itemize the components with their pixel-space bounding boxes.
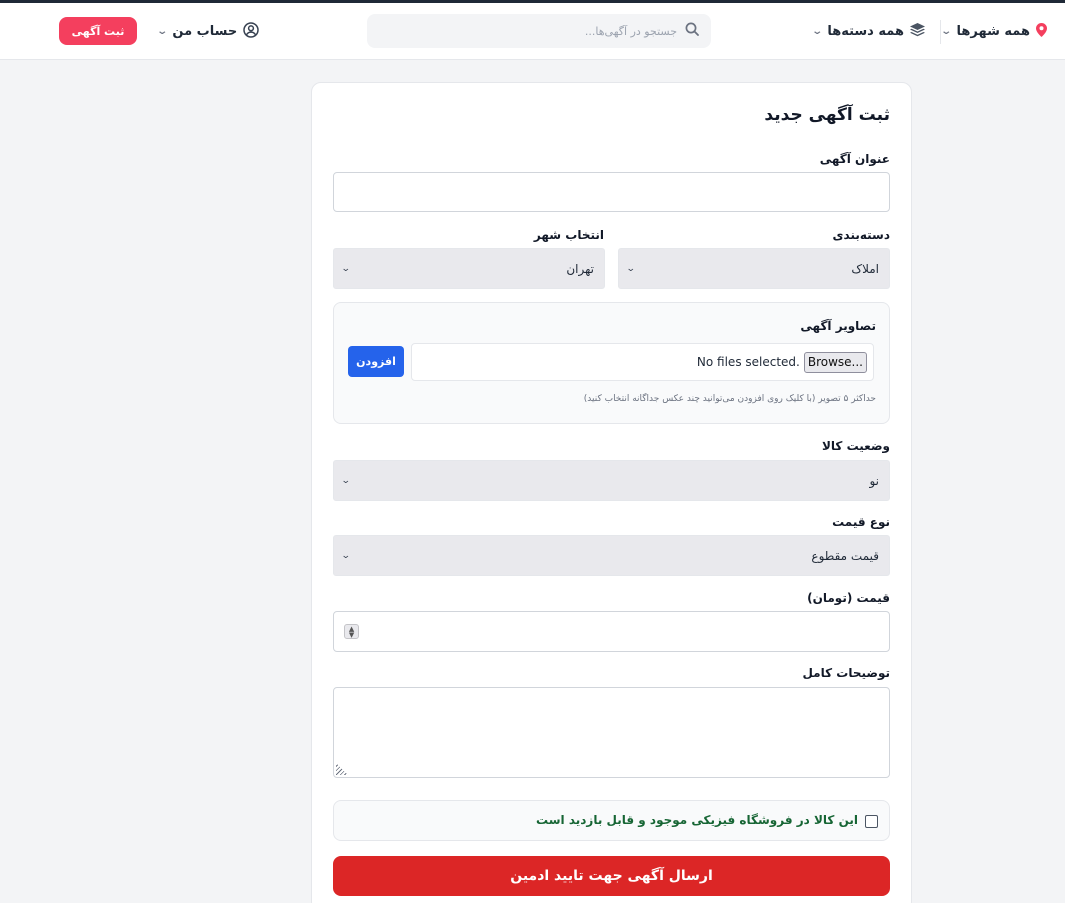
chevron-down-icon: ⌄ bbox=[340, 263, 351, 274]
condition-select[interactable]: نو ⌄ bbox=[333, 460, 890, 501]
account-menu-label: حساب من bbox=[172, 24, 238, 39]
account-menu[interactable]: حساب من ⌄ bbox=[156, 3, 259, 60]
category-label: دسته‌بندی bbox=[832, 228, 890, 242]
category-selector[interactable]: همه دسته‌ها ⌄ bbox=[811, 3, 925, 60]
page-title: ثبت آگهی جدید bbox=[764, 105, 890, 125]
description-label: توضیحات کامل bbox=[802, 666, 890, 680]
post-ad-button[interactable]: ثبت آگهی bbox=[59, 17, 137, 45]
images-hint: حداکثر ۵ تصویر (با کلیک روی افزودن می‌تو… bbox=[583, 394, 876, 404]
layers-icon bbox=[910, 22, 925, 41]
search-input[interactable] bbox=[379, 24, 677, 38]
physical-store-row: این کالا در فروشگاه فیزیکی موجود و قابل … bbox=[333, 800, 890, 841]
price-type-label: نوع قیمت bbox=[832, 515, 890, 529]
search-icon[interactable] bbox=[685, 22, 699, 40]
condition-label: وضعیت کالا bbox=[821, 439, 890, 453]
chevron-down-icon: ⌄ bbox=[340, 475, 351, 486]
resize-handle-icon[interactable] bbox=[336, 763, 348, 775]
city-select[interactable]: تهران ⌄ bbox=[333, 248, 605, 289]
price-label: قیمت (تومان) bbox=[807, 591, 890, 605]
browse-button[interactable]: Browse... bbox=[803, 351, 867, 373]
category-select[interactable]: املاک ⌄ bbox=[618, 248, 890, 289]
images-section: تصاویر آگهی Browse... No files selected.… bbox=[333, 302, 890, 424]
chevron-down-icon: ⌄ bbox=[811, 26, 823, 37]
new-ad-form-card: ثبت آگهی جدید عنوان آگهی دسته‌بندی املاک… bbox=[311, 82, 912, 903]
category-selector-label: همه دسته‌ها bbox=[827, 24, 904, 39]
ad-title-input[interactable] bbox=[333, 172, 890, 212]
physical-store-label: این کالا در فروشگاه فیزیکی موجود و قابل … bbox=[536, 813, 858, 827]
price-type-select-value: قیمت مقطوع bbox=[811, 548, 879, 563]
description-textarea[interactable] bbox=[333, 687, 890, 778]
price-type-select[interactable]: قیمت مقطوع ⌄ bbox=[333, 535, 890, 576]
top-header: همه شهرها ⌄ همه دسته‌ها ⌄ حساب من ⌄ ثبت … bbox=[0, 3, 1065, 60]
ad-title-label: عنوان آگهی bbox=[819, 152, 890, 166]
number-stepper-icon[interactable]: ▲ ▼ bbox=[344, 624, 359, 639]
city-selector-label: همه شهرها bbox=[956, 24, 1031, 39]
images-label: تصاویر آگهی bbox=[800, 319, 876, 333]
chevron-down-icon: ⌄ bbox=[156, 26, 169, 37]
chevron-down-icon: ⌄ bbox=[940, 26, 953, 37]
submit-button[interactable]: ارسال آگهی جهت تایید ادمین bbox=[333, 856, 890, 896]
user-circle-icon bbox=[243, 21, 259, 42]
file-input[interactable]: Browse... No files selected. bbox=[411, 343, 874, 381]
chevron-down-icon: ⌄ bbox=[340, 550, 351, 561]
header-divider bbox=[940, 20, 941, 44]
physical-store-checkbox[interactable] bbox=[865, 815, 878, 828]
category-select-value: املاک bbox=[851, 261, 879, 276]
search-bar bbox=[367, 14, 711, 48]
city-select-value: تهران bbox=[566, 261, 594, 276]
city-selector[interactable]: همه شهرها ⌄ bbox=[940, 3, 1047, 60]
add-image-button[interactable]: افزودن bbox=[348, 346, 404, 377]
no-files-text: No files selected. bbox=[696, 355, 800, 369]
chevron-down-icon: ⌄ bbox=[625, 263, 636, 274]
condition-select-value: نو bbox=[869, 473, 879, 488]
price-input[interactable]: ▲ ▼ bbox=[333, 611, 890, 652]
location-pin-icon bbox=[1036, 22, 1047, 41]
city-label: انتخاب شهر bbox=[533, 228, 604, 242]
